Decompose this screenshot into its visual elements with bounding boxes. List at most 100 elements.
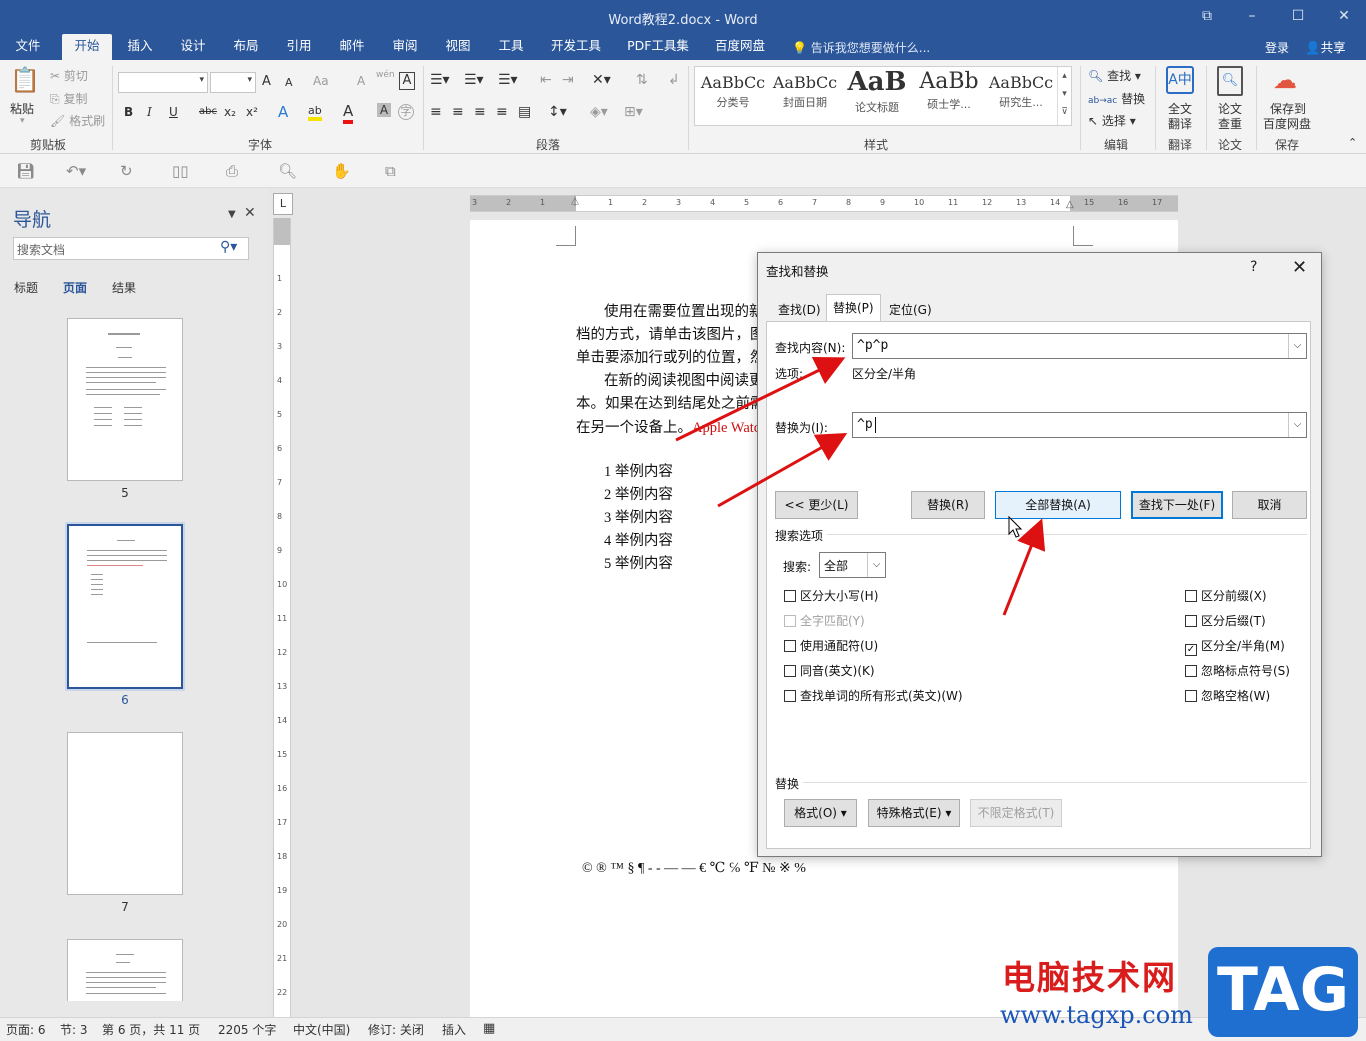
match-suffix-checkbox[interactable]: 区分后缀(T): [1185, 612, 1266, 629]
increase-indent-icon[interactable]: ⇥: [562, 72, 574, 88]
tab-baidu-pan[interactable]: 百度网盘: [708, 34, 772, 60]
line-spacing-icon[interactable]: ↕▾: [548, 104, 567, 120]
page-thumbnail-8[interactable]: [67, 939, 183, 1001]
select-button[interactable]: ↖ 选择 ▾: [1088, 112, 1136, 129]
align-left-icon[interactable]: ≡: [430, 104, 442, 120]
replace-with-input[interactable]: ^p ⌵: [852, 412, 1307, 438]
all-word-forms-checkbox[interactable]: 查找单词的所有形式(英文)(W): [784, 687, 963, 704]
grow-font-icon[interactable]: A: [262, 74, 271, 89]
subscript-button[interactable]: x₂: [224, 105, 236, 119]
page-thumbnail-7[interactable]: [67, 732, 183, 895]
multilevel-list-icon[interactable]: ☰▾: [498, 72, 518, 88]
replace-button[interactable]: ab→ac 替换: [1088, 90, 1145, 107]
redo-icon[interactable]: ↻: [120, 162, 133, 180]
status-page[interactable]: 页面: 6: [6, 1021, 46, 1038]
chevron-down-icon[interactable]: ⌵: [1288, 334, 1306, 358]
match-width-checkbox[interactable]: ✓ 区分全/半角(M): [1185, 637, 1285, 656]
chevron-down-icon[interactable]: ⌵: [1288, 413, 1306, 437]
plagiarism-check-icon[interactable]: 🔍︎: [1217, 66, 1243, 96]
cancel-button[interactable]: 取消: [1232, 491, 1307, 519]
collapse-ribbon-icon[interactable]: ⌃: [1348, 136, 1357, 149]
login-link[interactable]: 登录: [1265, 39, 1289, 56]
borders-icon[interactable]: ⊞▾: [624, 104, 643, 120]
replace-button[interactable]: 替换(R): [911, 491, 985, 519]
wildcards-checkbox[interactable]: 使用通配符(U): [784, 637, 878, 654]
superscript-button[interactable]: x²: [246, 105, 258, 119]
nav-search-input[interactable]: 搜索文档 ⚲▾: [13, 237, 249, 260]
close-icon[interactable]: ✕: [244, 205, 256, 221]
paste-icon[interactable]: 📋: [10, 66, 40, 94]
maximize-button[interactable]: ☐: [1286, 6, 1310, 26]
tab-insert[interactable]: 插入: [118, 34, 162, 60]
text-effect-icon[interactable]: A: [278, 103, 288, 121]
ignore-space-checkbox[interactable]: 忽略空格(W): [1185, 687, 1270, 704]
dialog-tab-replace[interactable]: 替换(P): [826, 294, 881, 321]
page-thumbnail-5[interactable]: [67, 318, 183, 481]
nav-tab-results[interactable]: 结果: [112, 279, 136, 296]
nav-options-icon[interactable]: ▼: [228, 209, 236, 220]
align-center-icon[interactable]: ≡: [452, 104, 464, 120]
paste-label[interactable]: 粘贴: [10, 100, 34, 117]
help-button[interactable]: ?: [1250, 259, 1257, 275]
chevron-down-icon[interactable]: ⌵: [867, 553, 885, 577]
italic-button[interactable]: I: [147, 105, 152, 119]
justify-icon[interactable]: ≡: [496, 104, 508, 120]
read-mode-icon[interactable]: ▯▯: [172, 162, 189, 180]
search-direction-select[interactable]: 全部 ⌵: [819, 552, 886, 578]
char-border-icon[interactable]: A: [399, 72, 415, 90]
less-button[interactable]: << 更少(L): [775, 491, 858, 519]
tab-view[interactable]: 视图: [436, 34, 480, 60]
search-icon[interactable]: ⚲▾: [220, 239, 237, 255]
tab-layout[interactable]: 布局: [224, 34, 268, 60]
tab-design[interactable]: 设计: [171, 34, 215, 60]
chinese-layout-icon[interactable]: ✕▾: [592, 72, 611, 88]
decrease-indent-icon[interactable]: ⇤: [540, 72, 552, 88]
tab-review[interactable]: 审阅: [383, 34, 427, 60]
replace-all-button[interactable]: 全部替换(A): [995, 491, 1121, 519]
format-painter-button[interactable]: 🖌 格式刷: [50, 112, 105, 129]
underline-button[interactable]: U: [169, 105, 178, 119]
baidu-cloud-icon[interactable]: ☁: [1273, 66, 1297, 94]
font-name-combo[interactable]: ▾: [118, 72, 208, 93]
tab-mailings[interactable]: 邮件: [330, 34, 374, 60]
special-button[interactable]: 特殊格式(E) ▾: [868, 799, 960, 827]
style-item[interactable]: AaB 论文标题: [841, 67, 913, 125]
tab-tools[interactable]: 工具: [489, 34, 533, 60]
style-item[interactable]: AaBbCc 研究生...: [985, 67, 1057, 125]
tab-pdf-tools[interactable]: PDF工具集: [620, 34, 696, 60]
status-track-changes[interactable]: 修订: 关闭: [368, 1021, 424, 1038]
phonetic-guide-icon[interactable]: wén: [376, 70, 395, 80]
status-section[interactable]: 节: 3: [60, 1021, 88, 1038]
tell-me-box[interactable]: 💡 告诉我您想要做什么...: [792, 39, 930, 56]
tab-selector[interactable]: L: [273, 193, 293, 215]
customize-qat-icon[interactable]: ⧉: [385, 162, 396, 180]
whole-word-checkbox[interactable]: 全字匹配(Y): [784, 612, 865, 629]
tab-home[interactable]: 开始: [62, 34, 112, 60]
save-icon[interactable]: 💾︎: [16, 162, 35, 180]
style-item[interactable]: AaBbCc 封面日期: [769, 67, 841, 125]
right-indent-icon[interactable]: △: [1066, 199, 1074, 210]
numbering-icon[interactable]: ☰▾: [464, 72, 484, 88]
print-icon[interactable]: ⎙: [226, 162, 238, 180]
status-insert-mode[interactable]: 插入: [442, 1021, 466, 1038]
clear-format-icon[interactable]: A: [357, 74, 365, 88]
macro-record-icon[interactable]: ▦: [483, 1021, 495, 1036]
paper-label-2[interactable]: 查重: [1218, 115, 1242, 132]
minimize-button[interactable]: –: [1240, 6, 1264, 26]
match-case-checkbox[interactable]: 区分大小写(H): [784, 587, 878, 604]
close-window-button[interactable]: ✕: [1332, 6, 1356, 26]
nav-tab-pages[interactable]: 页面: [63, 279, 87, 296]
align-right-icon[interactable]: ≡: [474, 104, 486, 120]
sort-icon[interactable]: ⇅: [636, 72, 648, 88]
dialog-tab-find[interactable]: 查找(D): [772, 297, 827, 321]
copy-button[interactable]: ⎘ 复制: [50, 90, 87, 107]
find-next-button[interactable]: 查找下一处(F): [1131, 491, 1223, 519]
indent-marker-icon[interactable]: ⏃: [570, 193, 580, 208]
ignore-punctuation-checkbox[interactable]: 忽略标点符号(S): [1185, 662, 1290, 679]
cut-button[interactable]: ✂ 剪切: [50, 67, 88, 84]
find-what-input[interactable]: ^p^p ⌵: [852, 333, 1307, 359]
status-word-count[interactable]: 2205 个字: [218, 1021, 276, 1038]
print-preview-icon[interactable]: 🔍︎: [278, 162, 297, 180]
translate-icon[interactable]: A中: [1166, 66, 1194, 94]
share-button[interactable]: 👤共享: [1305, 37, 1346, 56]
